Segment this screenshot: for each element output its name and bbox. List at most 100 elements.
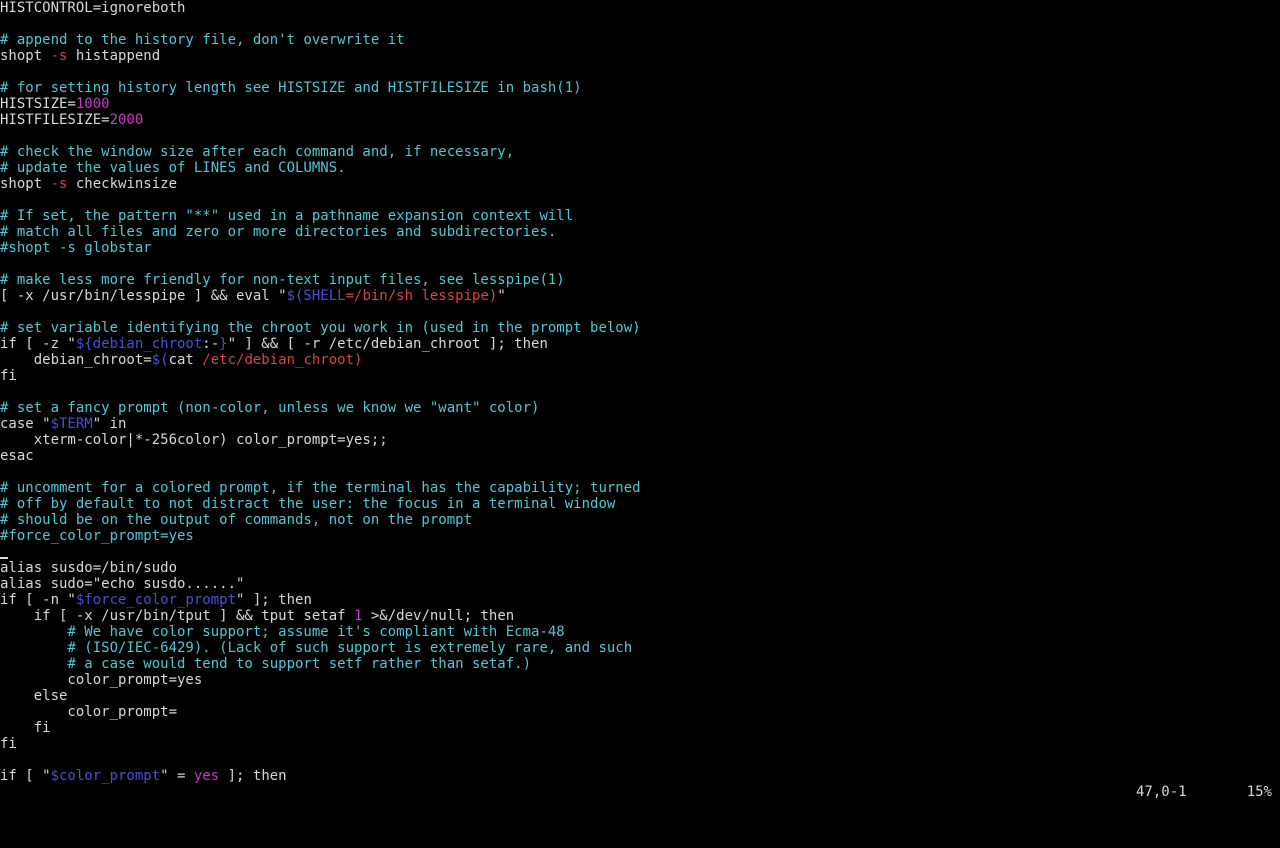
editor-buffer[interactable]: HISTCONTROL=ignoreboth # append to the h…: [0, 0, 1280, 784]
editor-line[interactable]: # match all files and zero or more direc…: [0, 224, 1280, 240]
editor-line[interactable]: [0, 64, 1280, 80]
code-token: -s: [50, 176, 68, 192]
editor-line[interactable]: esac: [0, 448, 1280, 464]
code-token: fi: [0, 368, 17, 384]
code-token: #force_color_prompt=yes: [0, 528, 194, 544]
code-token: " ] && [ -r /etc/debian_chroot ]; then: [227, 336, 548, 352]
editor-line[interactable]: HISTSIZE=1000: [0, 96, 1280, 112]
editor-line[interactable]: [0, 16, 1280, 32]
editor-line[interactable]: # should be on the output of commands, n…: [0, 512, 1280, 528]
code-token: :-: [202, 336, 220, 352]
editor-line[interactable]: # uncomment for a colored prompt, if the…: [0, 480, 1280, 496]
code-token: color_prompt=: [0, 704, 178, 720]
editor-line[interactable]: # set variable identifying the chroot yo…: [0, 320, 1280, 336]
code-token: # check the window size after each comma…: [0, 144, 515, 160]
code-token: # a case would tend to support setf rath…: [0, 656, 532, 672]
code-token: #shopt -s globstar: [0, 240, 152, 256]
code-token: }: [219, 336, 228, 352]
code-token: cat: [168, 352, 203, 368]
editor-line[interactable]: color_prompt=yes: [0, 672, 1280, 688]
editor-line[interactable]: # for setting history length see HISTSIZ…: [0, 80, 1280, 96]
editor-line[interactable]: [0, 384, 1280, 400]
editor-line[interactable]: shopt -s histappend: [0, 48, 1280, 64]
code-token: " in: [92, 416, 127, 432]
editor-line[interactable]: [ -x /usr/bin/lesspipe ] && eval "$(SHEL…: [0, 288, 1280, 304]
code-token: esac: [0, 448, 34, 464]
code-token: # append to the history file, don't over…: [0, 32, 405, 48]
editor-line[interactable]: if [ -n "$force_color_prompt" ]; then: [0, 592, 1280, 608]
editor-line[interactable]: #force_color_prompt=yes: [0, 528, 1280, 544]
code-token: # uncomment for a colored prompt, if the…: [0, 480, 641, 496]
editor-line[interactable]: [0, 752, 1280, 768]
code-token: $(: [151, 352, 169, 368]
scroll-percentage: 15%: [1246, 784, 1272, 800]
code-token: ]; then: [219, 768, 287, 784]
editor-line[interactable]: [0, 304, 1280, 320]
code-token: " =: [160, 768, 194, 784]
code-token: [ -x /usr/bin/lesspipe ] && eval ": [0, 288, 287, 304]
code-token: 1000: [75, 96, 110, 112]
code-token: fi: [0, 720, 51, 736]
editor-line[interactable]: fi: [0, 736, 1280, 752]
editor-line[interactable]: case "$TERM" in: [0, 416, 1280, 432]
editor-line[interactable]: # We have color support; assume it's com…: [0, 624, 1280, 640]
code-token: # set variable identifying the chroot yo…: [0, 320, 641, 336]
editor-line[interactable]: [0, 544, 1280, 560]
code-token: alias susdo=/bin/sudo: [0, 560, 178, 576]
editor-line[interactable]: [0, 464, 1280, 480]
code-token: # update the values of LINES and COLUMNS…: [0, 160, 346, 176]
editor-line[interactable]: #shopt -s globstar: [0, 240, 1280, 256]
editor-line[interactable]: if [ "$color_prompt" = yes ]; then: [0, 768, 1280, 784]
code-token: $(SHELL: [286, 288, 346, 304]
editor-line[interactable]: # check the window size after each comma…: [0, 144, 1280, 160]
code-token: # set a fancy prompt (non-color, unless …: [0, 400, 540, 416]
code-token: =/bin/sh lesspipe): [345, 288, 498, 304]
terminal-window[interactable]: HISTCONTROL=ignoreboth # append to the h…: [0, 0, 1280, 800]
code-token: # should be on the output of commands, n…: [0, 512, 473, 528]
editor-line[interactable]: shopt -s checkwinsize: [0, 176, 1280, 192]
code-token: if [ -z ": [0, 336, 76, 352]
editor-line[interactable]: # (ISO/IEC-6429). (Lack of such support …: [0, 640, 1280, 656]
code-token: " ]; then: [236, 592, 312, 608]
editor-line[interactable]: color_prompt=: [0, 704, 1280, 720]
editor-line[interactable]: debian_chroot=$(cat /etc/debian_chroot): [0, 352, 1280, 368]
code-token: $force_color_prompt: [75, 592, 237, 608]
code-token: -s: [50, 48, 68, 64]
editor-line[interactable]: if [ -x /usr/bin/tput ] && tput setaf 1 …: [0, 608, 1280, 624]
editor-line[interactable]: HISTCONTROL=ignoreboth: [0, 0, 1280, 16]
editor-line[interactable]: fi: [0, 720, 1280, 736]
code-token: yes: [193, 768, 220, 784]
code-token: # match all files and zero or more direc…: [0, 224, 557, 240]
code-token: # make less more friendly for non-text i…: [0, 272, 565, 288]
editor-line[interactable]: # make less more friendly for non-text i…: [0, 272, 1280, 288]
code-token: xterm-color|*-256color) color_prompt=yes…: [0, 432, 388, 448]
editor-line[interactable]: [0, 128, 1280, 144]
cursor-position-ruler: 47,0-1: [1136, 784, 1187, 800]
editor-line[interactable]: [0, 256, 1280, 272]
editor-line[interactable]: # a case would tend to support setf rath…: [0, 656, 1280, 672]
editor-line[interactable]: # off by default to not distract the use…: [0, 496, 1280, 512]
code-token: fi: [0, 736, 17, 752]
editor-line[interactable]: alias sudo="echo susdo......": [0, 576, 1280, 592]
editor-line[interactable]: # update the values of LINES and COLUMNS…: [0, 160, 1280, 176]
code-token: else: [0, 688, 68, 704]
code-token: debian_chroot=: [0, 352, 152, 368]
code-token: # off by default to not distract the use…: [0, 496, 616, 512]
editor-line[interactable]: # set a fancy prompt (non-color, unless …: [0, 400, 1280, 416]
editor-line[interactable]: # append to the history file, don't over…: [0, 32, 1280, 48]
editor-line[interactable]: if [ -z "${debian_chroot:-}" ] && [ -r /…: [0, 336, 1280, 352]
editor-line[interactable]: # If set, the pattern "**" used in a pat…: [0, 208, 1280, 224]
code-token: histappend: [67, 48, 161, 64]
code-token: /etc/debian_chroot): [202, 352, 363, 368]
editor-line[interactable]: [0, 192, 1280, 208]
editor-line[interactable]: fi: [0, 368, 1280, 384]
editor-line[interactable]: alias susdo=/bin/sudo: [0, 560, 1280, 576]
editor-line[interactable]: HISTFILESIZE=2000: [0, 112, 1280, 128]
editor-line[interactable]: else: [0, 688, 1280, 704]
code-token: if [ -x /usr/bin/tput ] && tput setaf: [0, 608, 355, 624]
code-token: $color_prompt: [50, 768, 161, 784]
code-token: HISTFILESIZE=: [0, 112, 110, 128]
editor-line[interactable]: xterm-color|*-256color) color_prompt=yes…: [0, 432, 1280, 448]
code-token: # We have color support; assume it's com…: [0, 624, 565, 640]
code-token: if [ -n ": [0, 592, 76, 608]
